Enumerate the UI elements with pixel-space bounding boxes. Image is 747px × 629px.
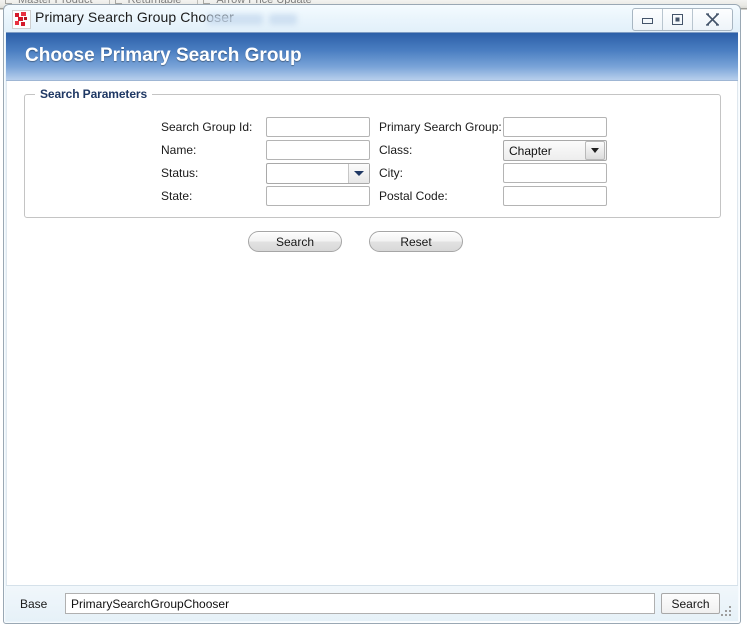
class-dropdown[interactable]: Chapter bbox=[503, 140, 607, 161]
search-parameters-legend: Search Parameters bbox=[35, 87, 153, 101]
postal-code-label: Postal Code: bbox=[379, 189, 448, 203]
chevron-down-icon[interactable] bbox=[585, 141, 605, 160]
app-blocks-icon bbox=[12, 10, 31, 29]
restore-button[interactable] bbox=[663, 9, 693, 30]
primary-search-group-chooser-window: Primary Search Group Chooser Choose Prim… bbox=[3, 4, 741, 624]
primary-search-group-input[interactable] bbox=[503, 117, 607, 137]
restore-icon bbox=[672, 14, 683, 25]
search-group-id-label: Search Group Id: bbox=[161, 120, 253, 134]
status-label: Status: bbox=[161, 166, 199, 180]
page-banner: Choose Primary Search Group bbox=[6, 32, 738, 81]
reset-button[interactable]: Reset bbox=[369, 231, 463, 252]
city-input[interactable] bbox=[503, 163, 607, 183]
status-search-button[interactable]: Search bbox=[661, 593, 720, 614]
form-row: Status: City: bbox=[25, 163, 720, 186]
dialog-content: Search Parameters Search Group Id: Prima… bbox=[6, 81, 738, 586]
postal-code-input[interactable] bbox=[503, 186, 607, 206]
form-row: Name: Class: Chapter bbox=[25, 140, 720, 163]
redacted-title-suffix bbox=[207, 14, 301, 25]
search-group-id-input[interactable] bbox=[266, 117, 370, 137]
class-dropdown-value: Chapter bbox=[509, 143, 552, 158]
form-row: Search Group Id: Primary Search Group: bbox=[25, 117, 720, 140]
form-row: State: Postal Code: bbox=[25, 186, 720, 209]
page-title: Choose Primary Search Group bbox=[25, 45, 302, 66]
status-dropdown[interactable] bbox=[266, 163, 370, 184]
city-label: City: bbox=[379, 166, 403, 180]
form-actions: Search Reset bbox=[7, 231, 704, 252]
primary-search-group-label: Primary Search Group: bbox=[379, 120, 502, 134]
state-label: State: bbox=[161, 189, 193, 203]
class-label: Class: bbox=[379, 143, 413, 157]
status-bar: Base Search bbox=[6, 585, 738, 621]
search-parameters-form: Search Group Id: Primary Search Group: N… bbox=[25, 117, 720, 209]
base-label: Base bbox=[20, 597, 48, 611]
name-input[interactable] bbox=[266, 140, 370, 160]
window-controls bbox=[632, 8, 733, 31]
window-title: Primary Search Group Chooser bbox=[35, 9, 234, 25]
window-titlebar[interactable]: Primary Search Group Chooser bbox=[4, 5, 740, 32]
minimize-icon bbox=[642, 18, 653, 24]
base-input[interactable] bbox=[65, 593, 655, 614]
name-label: Name: bbox=[161, 143, 197, 157]
chevron-down-icon[interactable] bbox=[348, 164, 369, 183]
search-parameters-group: Search Parameters Search Group Id: Prima… bbox=[24, 87, 721, 218]
close-button[interactable] bbox=[693, 9, 732, 30]
minimize-button[interactable] bbox=[633, 9, 663, 30]
resize-grip-icon[interactable] bbox=[721, 604, 734, 617]
state-input[interactable] bbox=[266, 186, 370, 206]
search-button[interactable]: Search bbox=[248, 231, 342, 252]
close-icon bbox=[706, 13, 719, 26]
